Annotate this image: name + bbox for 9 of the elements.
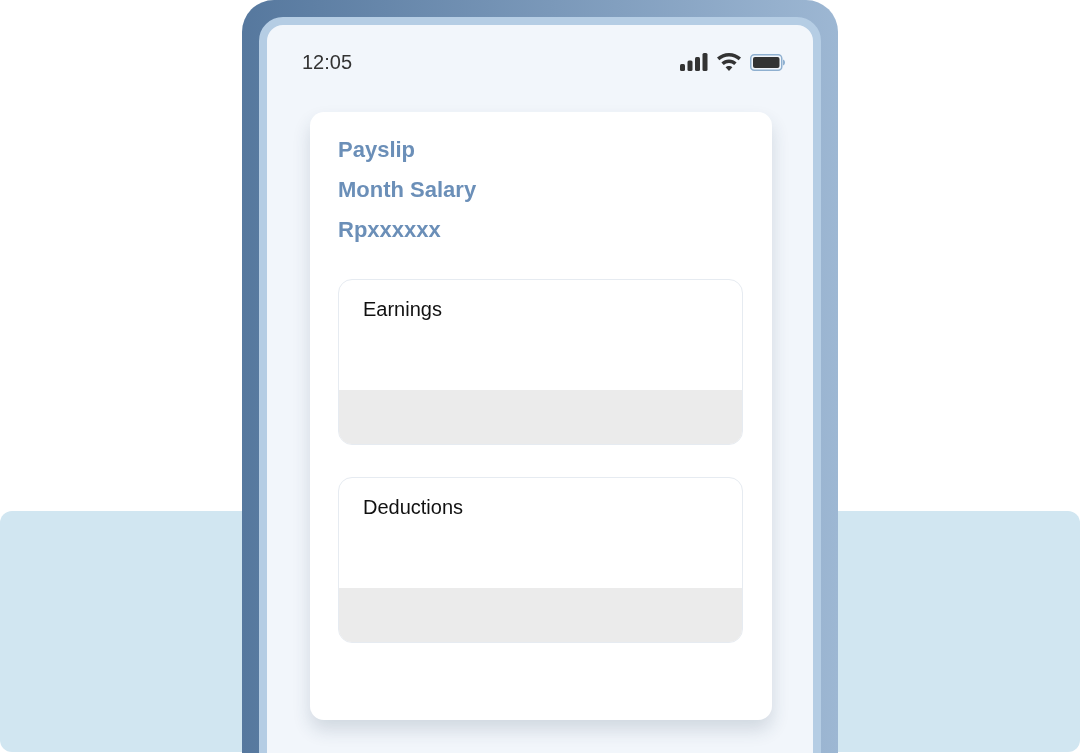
section-title: Deductions — [363, 496, 464, 518]
battery-icon — [750, 53, 785, 71]
status-time: 12:05 — [302, 50, 353, 74]
wifi-icon — [717, 53, 741, 71]
salary-amount: Rpxxxxxx — [338, 216, 441, 244]
salary-label: Month Salary — [338, 176, 477, 204]
payslip-title: Payslip — [338, 136, 416, 164]
signal-icon — [680, 53, 708, 71]
section-title: Earnings — [363, 298, 442, 320]
